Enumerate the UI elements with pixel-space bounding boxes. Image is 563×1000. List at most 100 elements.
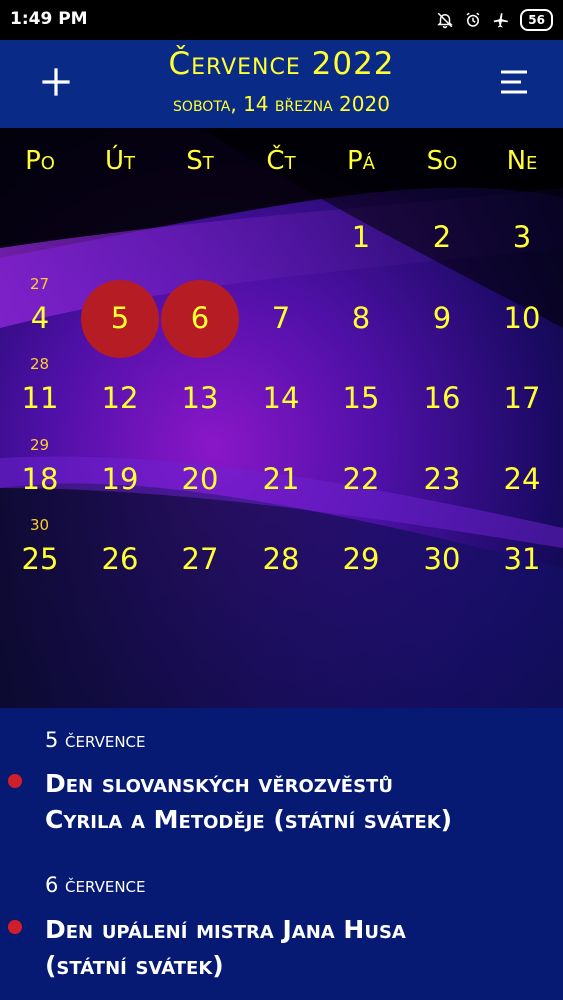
day-cell[interactable]: 13	[160, 361, 240, 441]
holiday-title[interactable]: Den upálení mistra Jana Husa (státní svá…	[45, 912, 545, 984]
day-number: 13	[181, 381, 219, 415]
day-number: 17	[503, 381, 541, 415]
day-cell[interactable]: 29 18	[0, 436, 80, 522]
empty-day-cell	[80, 200, 160, 280]
weekday-sun: Ne	[506, 146, 538, 176]
current-date: sobota, 14 března 2020	[173, 92, 390, 116]
day-number: 3	[512, 220, 532, 254]
day-cell[interactable]: 27 4	[0, 275, 80, 361]
day-cell[interactable]: 7	[241, 281, 321, 361]
day-cell[interactable]: 10	[482, 281, 562, 361]
holiday-list: 5 července Den slovanských věrozvěstů Cy…	[0, 708, 563, 1000]
day-cell[interactable]: 19	[80, 442, 160, 522]
weekday-wed: St	[186, 146, 214, 176]
day-number: 26	[101, 542, 139, 576]
day-cell[interactable]: 31	[482, 522, 562, 602]
day-cell[interactable]: 30 25	[0, 516, 80, 602]
weekday-header: Po Út St Čt Pá So Ne	[0, 146, 563, 186]
day-number: 23	[423, 461, 461, 496]
day-number: 27	[181, 542, 219, 576]
battery-icon: 56	[520, 9, 553, 31]
weekday-fri: Pá	[347, 146, 375, 176]
day-number: 14	[262, 381, 300, 415]
day-number: 6	[190, 300, 210, 335]
day-cell[interactable]: 24	[482, 442, 562, 522]
day-cell[interactable]: 9	[402, 281, 482, 361]
empty-day-cell	[160, 200, 240, 280]
day-number: 2	[432, 220, 452, 254]
weekday-sat: So	[426, 146, 458, 176]
day-number: 30	[423, 542, 461, 576]
week-number: 27	[30, 274, 50, 293]
day-number: 28	[262, 542, 300, 576]
day-number: 5	[110, 300, 130, 335]
day-cell[interactable]: 3	[482, 200, 562, 280]
day-cell[interactable]: 8	[321, 281, 401, 361]
day-number: 29	[342, 542, 380, 576]
day-cell[interactable]: 5	[80, 279, 160, 361]
day-cell[interactable]: 16	[402, 361, 482, 441]
calendar-app: 1:49 PM 56 Července 2022 sobota, 14 břez…	[0, 0, 563, 1000]
day-number: 22	[342, 461, 380, 496]
day-cell[interactable]: 27	[160, 522, 240, 602]
holiday-date: 5 července	[45, 728, 146, 752]
day-number: 31	[503, 542, 541, 576]
day-number: 10	[503, 300, 541, 335]
week-number: 30	[30, 516, 50, 534]
day-number: 7	[271, 300, 291, 335]
alarm-icon	[464, 11, 482, 29]
day-number: 16	[423, 381, 461, 415]
day-cell[interactable]: 6	[160, 279, 240, 361]
holiday-bullet-icon	[8, 774, 22, 788]
day-number: 18	[21, 461, 59, 496]
day-cell[interactable]: 15	[321, 361, 401, 441]
status-time: 1:49 PM	[10, 9, 88, 29]
day-cell[interactable]: 2	[402, 200, 482, 280]
empty-day-cell	[0, 200, 80, 280]
day-cell[interactable]: 22	[321, 442, 401, 522]
menu-icon	[501, 70, 527, 94]
day-cell[interactable]: 28 11	[0, 355, 80, 441]
weekday-tue: Út	[104, 146, 136, 176]
day-number: 1	[351, 220, 371, 254]
weekday-mon: Po	[25, 146, 55, 176]
holiday-bullet-icon	[8, 920, 22, 934]
day-number: 15	[342, 381, 380, 415]
day-cell[interactable]: 26	[80, 522, 160, 602]
day-number: 19	[101, 461, 139, 496]
day-cell[interactable]: 20	[160, 442, 240, 522]
day-number: 12	[101, 381, 139, 415]
month-calendar: Po Út St Čt Pá So Ne 1 2 3 27 4 5 6 7 8 9 10 28 11 12…	[0, 128, 563, 708]
holiday-title-line: Den slovanských věrozvěstů	[45, 769, 393, 798]
day-cell[interactable]: 12	[80, 361, 160, 441]
day-number: 8	[351, 300, 371, 335]
airplane-icon	[492, 11, 510, 29]
month-header: Července 2022 sobota, 14 března 2020	[0, 40, 563, 128]
menu-button[interactable]	[499, 67, 529, 97]
day-cell[interactable]: 14	[241, 361, 321, 441]
day-cell[interactable]: 29	[321, 522, 401, 602]
day-cell[interactable]: 1	[321, 200, 401, 280]
status-bar: 1:49 PM 56	[0, 0, 563, 40]
day-cell[interactable]: 21	[241, 442, 321, 522]
holiday-date: 6 července	[45, 873, 146, 897]
month-title[interactable]: Července 2022	[0, 46, 563, 82]
day-number: 21	[262, 461, 300, 496]
bell-off-icon	[436, 11, 454, 29]
day-number: 9	[432, 300, 452, 335]
status-icons: 56	[436, 9, 553, 31]
day-number: 20	[181, 461, 219, 496]
holiday-title-line: (státní svátek)	[45, 951, 224, 980]
holiday-title[interactable]: Den slovanských věrozvěstů Cyrila a Meto…	[45, 766, 545, 838]
day-number: 25	[21, 542, 59, 576]
day-cell[interactable]: 17	[482, 361, 562, 441]
day-cell[interactable]: 30	[402, 522, 482, 602]
week-number: 29	[30, 435, 50, 454]
day-cell[interactable]: 28	[241, 522, 321, 602]
day-number: 4	[30, 300, 50, 335]
day-cell[interactable]: 23	[402, 442, 482, 522]
weekday-thu: Čt	[266, 146, 296, 176]
day-number: 11	[21, 381, 59, 415]
holiday-title-line: Cyrila a Metoděje (státní svátek)	[45, 805, 453, 834]
week-number: 28	[30, 355, 50, 373]
